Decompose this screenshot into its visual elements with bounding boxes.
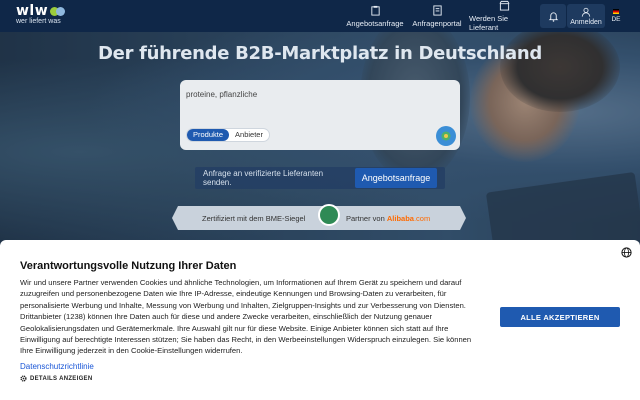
bell-icon bbox=[548, 11, 558, 22]
details-label: DETAILS ANZEIGEN bbox=[30, 375, 93, 382]
nav-werden-sie-lieferant[interactable]: Werden Sie Lieferant bbox=[469, 0, 539, 32]
voice-search-icon bbox=[441, 131, 451, 141]
language-switcher[interactable]: DE bbox=[609, 4, 623, 28]
bme-seal-icon bbox=[318, 204, 340, 226]
gear-icon bbox=[20, 375, 27, 382]
search-input[interactable] bbox=[186, 86, 426, 102]
search-submit-button[interactable] bbox=[436, 126, 456, 146]
tab-anbieter[interactable]: Anbieter bbox=[229, 129, 269, 141]
accept-all-button[interactable]: ALLE AKZEPTIEREN bbox=[500, 307, 620, 327]
nav-label: Angebotsanfrage bbox=[346, 18, 404, 28]
language-globe-icon[interactable] bbox=[621, 247, 632, 258]
search-type-toggle: Produkte Anbieter bbox=[186, 128, 270, 142]
cookie-consent-dialog: Verantwortungsvolle Nutzung Ihrer Daten … bbox=[0, 240, 640, 400]
show-details-toggle[interactable]: DETAILS ANZEIGEN bbox=[20, 375, 92, 382]
notifications-button[interactable] bbox=[540, 4, 566, 28]
store-icon bbox=[499, 0, 509, 11]
hero-title: Der führende B2B-Marktplatz in Deutschla… bbox=[98, 43, 542, 64]
consent-body: Wir und unsere Partner verwenden Cookies… bbox=[20, 278, 472, 356]
cta-bar: Anfrage an verifizierte Lieferanten send… bbox=[195, 167, 445, 189]
alibaba-logo: Alibaba bbox=[386, 214, 414, 223]
inquiry-icon bbox=[370, 5, 380, 16]
portal-icon bbox=[432, 4, 442, 16]
logo-dots-icon bbox=[50, 7, 66, 16]
privacy-policy-link[interactable]: Datenschutzrichtlinie bbox=[20, 362, 94, 371]
tab-produkte[interactable]: Produkte bbox=[187, 129, 230, 141]
logo-tagline: wer liefert was bbox=[16, 18, 61, 25]
cta-text: Anfrage an verifizierte Lieferanten send… bbox=[203, 169, 324, 187]
nav-label: Werden Sie Lieferant bbox=[469, 14, 509, 32]
login-button[interactable]: Anmelden bbox=[567, 4, 605, 28]
certification-strip: Zertifiziert mit dem BME-Siegel Partner … bbox=[172, 204, 466, 230]
language-label: DE bbox=[611, 16, 621, 23]
angebotsanfrage-button[interactable]: Angebotsanfrage bbox=[355, 168, 437, 188]
top-navigation-bar: wlw wer liefert was Angebotsanfrage Anfr… bbox=[0, 0, 640, 32]
login-label: Anmelden bbox=[570, 18, 602, 26]
user-icon bbox=[581, 7, 591, 17]
nav-label: Anfragenportal bbox=[412, 18, 462, 28]
german-flag-icon bbox=[613, 9, 619, 14]
nav-anfragenportal[interactable]: Anfragenportal bbox=[411, 0, 463, 32]
logo-word: wlw bbox=[16, 3, 49, 19]
partner-text[interactable]: Partner von Alibaba.com bbox=[346, 214, 430, 223]
wlw-logo[interactable]: wlw wer liefert was bbox=[16, 3, 76, 27]
consent-title: Verantwortungsvolle Nutzung Ihrer Daten bbox=[20, 260, 237, 272]
bme-certificate-text: Zertifiziert mit dem BME-Siegel bbox=[202, 214, 306, 223]
nav-angebotsanfrage[interactable]: Angebotsanfrage bbox=[343, 0, 407, 32]
